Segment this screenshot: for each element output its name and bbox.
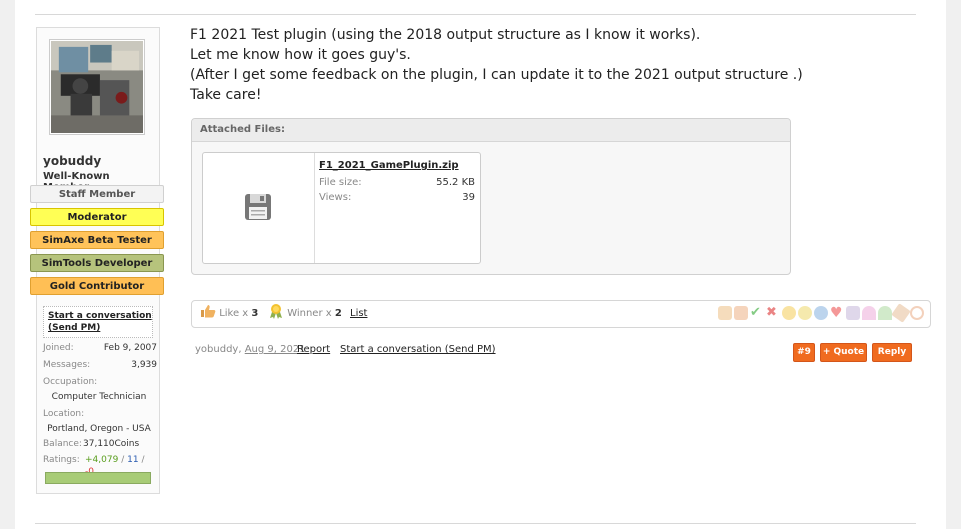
location-row: Portland, Oregon - USA xyxy=(43,423,155,435)
banner-moderator: Moderator xyxy=(30,208,164,226)
views-label: Views: xyxy=(319,192,352,203)
rate-friendly-icon[interactable] xyxy=(891,303,911,323)
like-summary[interactable]: Like x 3 xyxy=(200,301,258,327)
winner-count: 2 xyxy=(334,308,342,319)
views-row: Views: 39 xyxy=(319,192,475,203)
message-body: F1 2021 Test plugin (using the 2018 outp… xyxy=(190,25,803,105)
stat-occupation: Occupation: xyxy=(43,376,155,388)
username[interactable]: yobuddy xyxy=(43,154,101,168)
post-author[interactable]: yobuddy, xyxy=(195,344,242,355)
stat-location: Location: xyxy=(43,408,155,420)
page: yobuddy Well-Known Member Staff Member M… xyxy=(15,0,946,529)
avatar-image xyxy=(51,41,143,133)
conversation-box: Start a conversation (Send PM) xyxy=(43,306,153,338)
balance-value: 37,110Coins xyxy=(83,439,140,449)
likes-bar: Like x 3 Winner x 2 List ✔ ✖ ♥ xyxy=(191,300,931,328)
ratings-separator: / xyxy=(121,455,125,465)
balance-label: Balance: xyxy=(43,439,82,449)
start-conversation-footer-link[interactable]: Start a conversation (Send PM) xyxy=(340,343,496,357)
messages-value[interactable]: 3,939 xyxy=(131,359,157,371)
rate-useful-icon[interactable] xyxy=(846,306,860,320)
rate-disagree-icon[interactable]: ✖ xyxy=(766,306,780,320)
user-sidebar: yobuddy Well-Known Member Staff Member M… xyxy=(30,27,164,494)
file-size-row: File size: 55.2 KB xyxy=(319,177,475,188)
attachment-card: F1_2021_GamePlugin.zip File size: 55.2 K… xyxy=(202,152,481,264)
rate-optimistic-icon[interactable] xyxy=(878,306,892,320)
winner-label: Winner x xyxy=(287,308,332,319)
rate-late-icon[interactable] xyxy=(910,306,924,320)
reply-button[interactable]: Reply xyxy=(872,343,912,362)
occupation-value: Computer Technician xyxy=(51,392,147,402)
messages-label: Messages: xyxy=(43,360,91,370)
stat-joined: Joined: Feb 9, 2007 xyxy=(43,342,157,354)
message-line: (After I get some feedback on the plugin… xyxy=(190,67,803,83)
avatar[interactable] xyxy=(49,39,145,135)
message-line: Let me know how it goes guy's. xyxy=(190,47,411,63)
like-count: 3 xyxy=(251,308,259,319)
file-size-value: 55.2 KB xyxy=(436,177,475,188)
stat-messages: Messages: 3,939 xyxy=(43,359,157,371)
rate-funny-icon[interactable] xyxy=(782,306,796,320)
ratings-label: Ratings: xyxy=(43,455,80,465)
attachment-filename-link[interactable]: F1_2021_GamePlugin.zip xyxy=(319,160,459,171)
rating-bar xyxy=(45,472,151,484)
winner-summary[interactable]: Winner x 2 xyxy=(268,301,342,327)
attachment-thumbnail[interactable] xyxy=(203,153,315,263)
quote-button[interactable]: + Quote xyxy=(820,343,867,362)
ratings-neutral[interactable]: 11 xyxy=(127,455,138,465)
start-conversation-link[interactable]: Start a conversation (Send PM) xyxy=(48,310,152,334)
top-divider xyxy=(35,14,916,15)
bottom-divider xyxy=(35,523,916,524)
like-label: Like x xyxy=(219,308,249,319)
stat-ratings: Ratings: +4,079 / 11 / -0 xyxy=(43,454,155,477)
stat-balance: Balance: 37,110Coins xyxy=(43,438,155,450)
rate-like-icon[interactable] xyxy=(718,306,732,320)
views-value: 39 xyxy=(462,192,475,203)
message-line: F1 2021 Test plugin (using the 2018 outp… xyxy=(190,27,701,43)
winner-icon xyxy=(270,304,282,319)
rate-creative-icon[interactable] xyxy=(862,306,876,320)
joined-value: Feb 9, 2007 xyxy=(103,343,157,353)
message-line: Take care! xyxy=(190,87,262,103)
ratings-separator: / xyxy=(141,455,145,465)
rate-love-icon[interactable]: ♥ xyxy=(830,306,844,320)
attached-files-header: Attached Files: xyxy=(192,119,790,142)
occupation-label: Occupation: xyxy=(43,377,98,387)
rate-winner-icon[interactable] xyxy=(798,306,812,320)
rate-informative-icon[interactable] xyxy=(814,306,828,320)
attached-files: Attached Files: F1_2021_GamePlugin.zip F… xyxy=(191,118,791,275)
location-value[interactable]: Portland, Oregon - USA xyxy=(43,423,155,435)
file-size-label: File size: xyxy=(319,177,362,188)
ratings-positive[interactable]: +4,079 xyxy=(85,455,118,465)
location-label: Location: xyxy=(43,409,85,419)
likes-list-link[interactable]: List xyxy=(350,301,367,327)
occupation-row: Computer Technician xyxy=(43,391,155,403)
rate-dislike-icon[interactable] xyxy=(734,306,748,320)
banner-staff-member: Staff Member xyxy=(30,185,164,203)
banner-gold-contributor: Gold Contributor xyxy=(30,277,164,295)
floppy-disk-icon xyxy=(245,194,271,220)
banner-beta-tester: SimAxe Beta Tester xyxy=(30,231,164,249)
joined-label: Joined: xyxy=(43,343,74,353)
like-icon xyxy=(201,305,216,318)
rating-icons: ✔ ✖ ♥ xyxy=(718,303,924,323)
banner-developer: SimTools Developer xyxy=(30,254,164,272)
post-meta: yobuddy, Aug 9, 2021 xyxy=(195,343,306,357)
rate-agree-icon[interactable]: ✔ xyxy=(750,306,764,320)
report-link[interactable]: Report xyxy=(297,343,330,357)
post-number-button[interactable]: #9 xyxy=(793,343,815,362)
